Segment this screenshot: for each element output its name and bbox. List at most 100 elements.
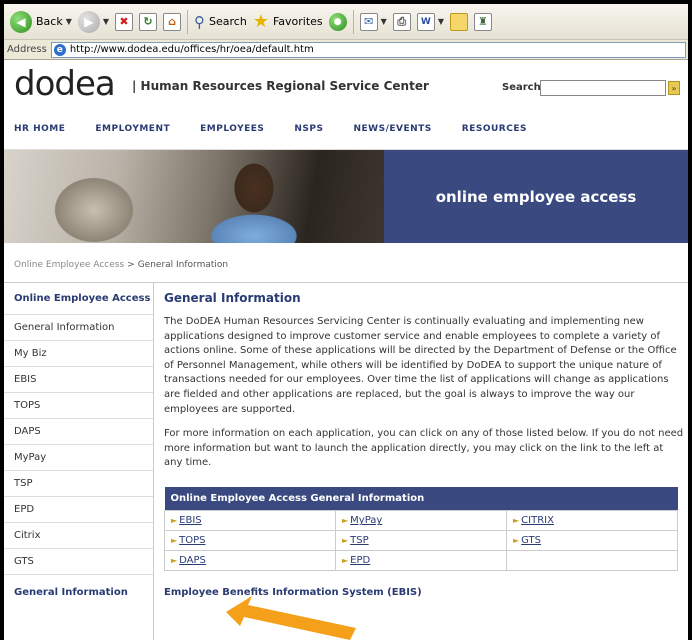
intro-paragraph: The DoDEA Human Resources Servicing Cent… [164, 316, 677, 415]
mail-button[interactable]: ✉ ▼ [359, 8, 387, 36]
site-search-label: Search [502, 82, 541, 93]
folder-button[interactable] [449, 8, 468, 36]
nav-nsps[interactable]: NSPS [294, 124, 323, 134]
home-button[interactable]: ⌂ [163, 8, 182, 36]
dodea-logo[interactable]: dodea [14, 66, 116, 102]
link-epd[interactable]: EPD [350, 555, 370, 566]
banner-panel: online employee access [384, 150, 688, 243]
back-arrow-icon: ◀ [10, 10, 32, 33]
media-button[interactable]: ● [328, 8, 347, 36]
sidebar-item-tsp[interactable]: TSP [4, 471, 153, 497]
sidebar-item-ebis[interactable]: EBIS [4, 367, 153, 393]
table-cell: ► TSP [335, 530, 507, 552]
sidebar-item-tops[interactable]: TOPS [4, 393, 153, 419]
folder-icon [449, 12, 468, 31]
banner-photo [4, 150, 384, 243]
search-button[interactable]: ⚲ Search [194, 8, 247, 36]
sidebar-item-citrix[interactable]: Citrix [4, 523, 153, 549]
table-cell: ► DAPS [164, 550, 336, 572]
page-title: General Information [164, 291, 301, 305]
arrow-bullet-icon: ► [513, 536, 520, 546]
stop-button[interactable]: ✖ [115, 8, 134, 36]
sidebar-item-epd[interactable]: EPD [4, 497, 153, 523]
breadcrumb-parent[interactable]: Online Employee Access [14, 260, 124, 270]
sidebar-item-daps[interactable]: DAPS [4, 419, 153, 445]
word-icon: W [416, 12, 435, 31]
forward-arrow-icon: ▶ [77, 10, 100, 33]
arrow-bullet-icon: ► [171, 516, 178, 526]
table-cell: ► GTS [506, 530, 678, 552]
home-icon: ⌂ [163, 12, 182, 31]
main-nav: HR HOME EMPLOYMENT EMPLOYEES NSPS NEWS/E… [4, 108, 688, 150]
browser-toolbar: ◀ Back ▼ ▶ ▼ ✖ ↻ ⌂ ⚲ Search ★ Favorites … [4, 4, 688, 40]
address-bar: Address e http://www.dodea.edu/offices/h… [4, 40, 688, 60]
arrow-bullet-icon: ► [513, 516, 520, 526]
main-content: General Information The DoDEA Human Reso… [164, 283, 684, 598]
print-button[interactable]: ⎙ [392, 8, 411, 36]
link-tops[interactable]: TOPS [179, 535, 205, 546]
link-gts[interactable]: GTS [521, 535, 541, 546]
star-icon: ★ [252, 11, 269, 32]
nav-employees[interactable]: EMPLOYEES [200, 124, 264, 134]
arrow-bullet-icon: ► [171, 536, 178, 546]
table-cell: ► EBIS [164, 510, 336, 532]
address-input[interactable]: e http://www.dodea.edu/offices/hr/oea/de… [50, 41, 686, 58]
arrow-bullet-icon: ► [342, 556, 349, 566]
sidebar-item-gts[interactable]: GTS [4, 549, 153, 575]
site-search-input[interactable] [540, 80, 666, 96]
address-label: Address [7, 44, 47, 55]
edit-button[interactable]: W ▼ [416, 8, 444, 36]
nav-employment[interactable]: EMPLOYMENT [95, 124, 170, 134]
sidebar-item-mypay[interactable]: MyPay [4, 445, 153, 471]
breadcrumb-current: General Information [137, 260, 229, 270]
arrow-bullet-icon: ► [342, 516, 349, 526]
messenger-button[interactable]: ♜ [473, 8, 492, 36]
chevron-down-icon[interactable]: ▼ [66, 17, 72, 26]
sidebar-footer-heading[interactable]: General Information [4, 575, 153, 609]
table-row: ► DAPS ► EPD [164, 550, 678, 572]
table-header: Online Employee Access General Informati… [164, 486, 678, 511]
table-row: ► TOPS ► TSP ► GTS [164, 530, 678, 552]
stop-icon: ✖ [115, 12, 134, 31]
nav-resources[interactable]: RESOURCES [462, 124, 527, 134]
site-header: dodea | Human Resources Regional Service… [4, 60, 688, 108]
messenger-icon: ♜ [473, 12, 492, 31]
sidebar: Online Employee Access General Informati… [4, 283, 154, 640]
magnifier-icon: ⚲ [194, 12, 206, 31]
back-button[interactable]: ◀ Back ▼ [10, 8, 72, 36]
info-table: Online Employee Access General Informati… [164, 486, 678, 572]
table-cell: ► EPD [335, 550, 507, 572]
sidebar-heading[interactable]: Online Employee Access [4, 283, 153, 315]
refresh-button[interactable]: ↻ [139, 8, 158, 36]
sidebar-item-general-information[interactable]: General Information [4, 315, 153, 341]
sidebar-item-my-biz[interactable]: My Biz [4, 341, 153, 367]
breadcrumb: Online Employee Access > General Informati… [14, 260, 228, 270]
instructions-paragraph: For more information on each application… [164, 428, 684, 469]
chevron-down-icon[interactable]: ▼ [103, 17, 109, 26]
link-citrix[interactable]: CITRIX [521, 515, 554, 526]
table-cell: ► MyPay [335, 510, 507, 532]
banner-title: online employee access [435, 187, 637, 206]
link-tsp[interactable]: TSP [350, 535, 369, 546]
url-text: http://www.dodea.edu/offices/hr/oea/defa… [69, 44, 314, 55]
table-cell [506, 550, 678, 572]
table-row: ► EBIS ► MyPay ► CITRIX [164, 510, 678, 532]
ie-page-icon: e [53, 43, 66, 56]
nav-hr-home[interactable]: HR HOME [14, 124, 65, 134]
favorites-button[interactable]: ★ Favorites [253, 8, 323, 36]
site-title: | Human Resources Regional Service Cente… [132, 79, 429, 93]
arrow-bullet-icon: ► [171, 556, 178, 566]
banner: online employee access [4, 150, 688, 243]
forward-button[interactable]: ▶ ▼ [77, 8, 109, 36]
link-mypay[interactable]: MyPay [350, 515, 382, 526]
chevron-down-icon[interactable]: ▼ [381, 17, 387, 26]
link-daps[interactable]: DAPS [179, 555, 206, 566]
nav-news-events[interactable]: NEWS/EVENTS [353, 124, 431, 134]
search-go-icon[interactable]: » [668, 81, 680, 95]
media-icon: ● [328, 12, 347, 31]
mail-icon: ✉ [359, 12, 378, 31]
link-ebis[interactable]: EBIS [179, 515, 201, 526]
chevron-down-icon[interactable]: ▼ [438, 17, 444, 26]
web-page: dodea | Human Resources Regional Service… [4, 60, 688, 640]
arrow-shape [226, 596, 356, 640]
